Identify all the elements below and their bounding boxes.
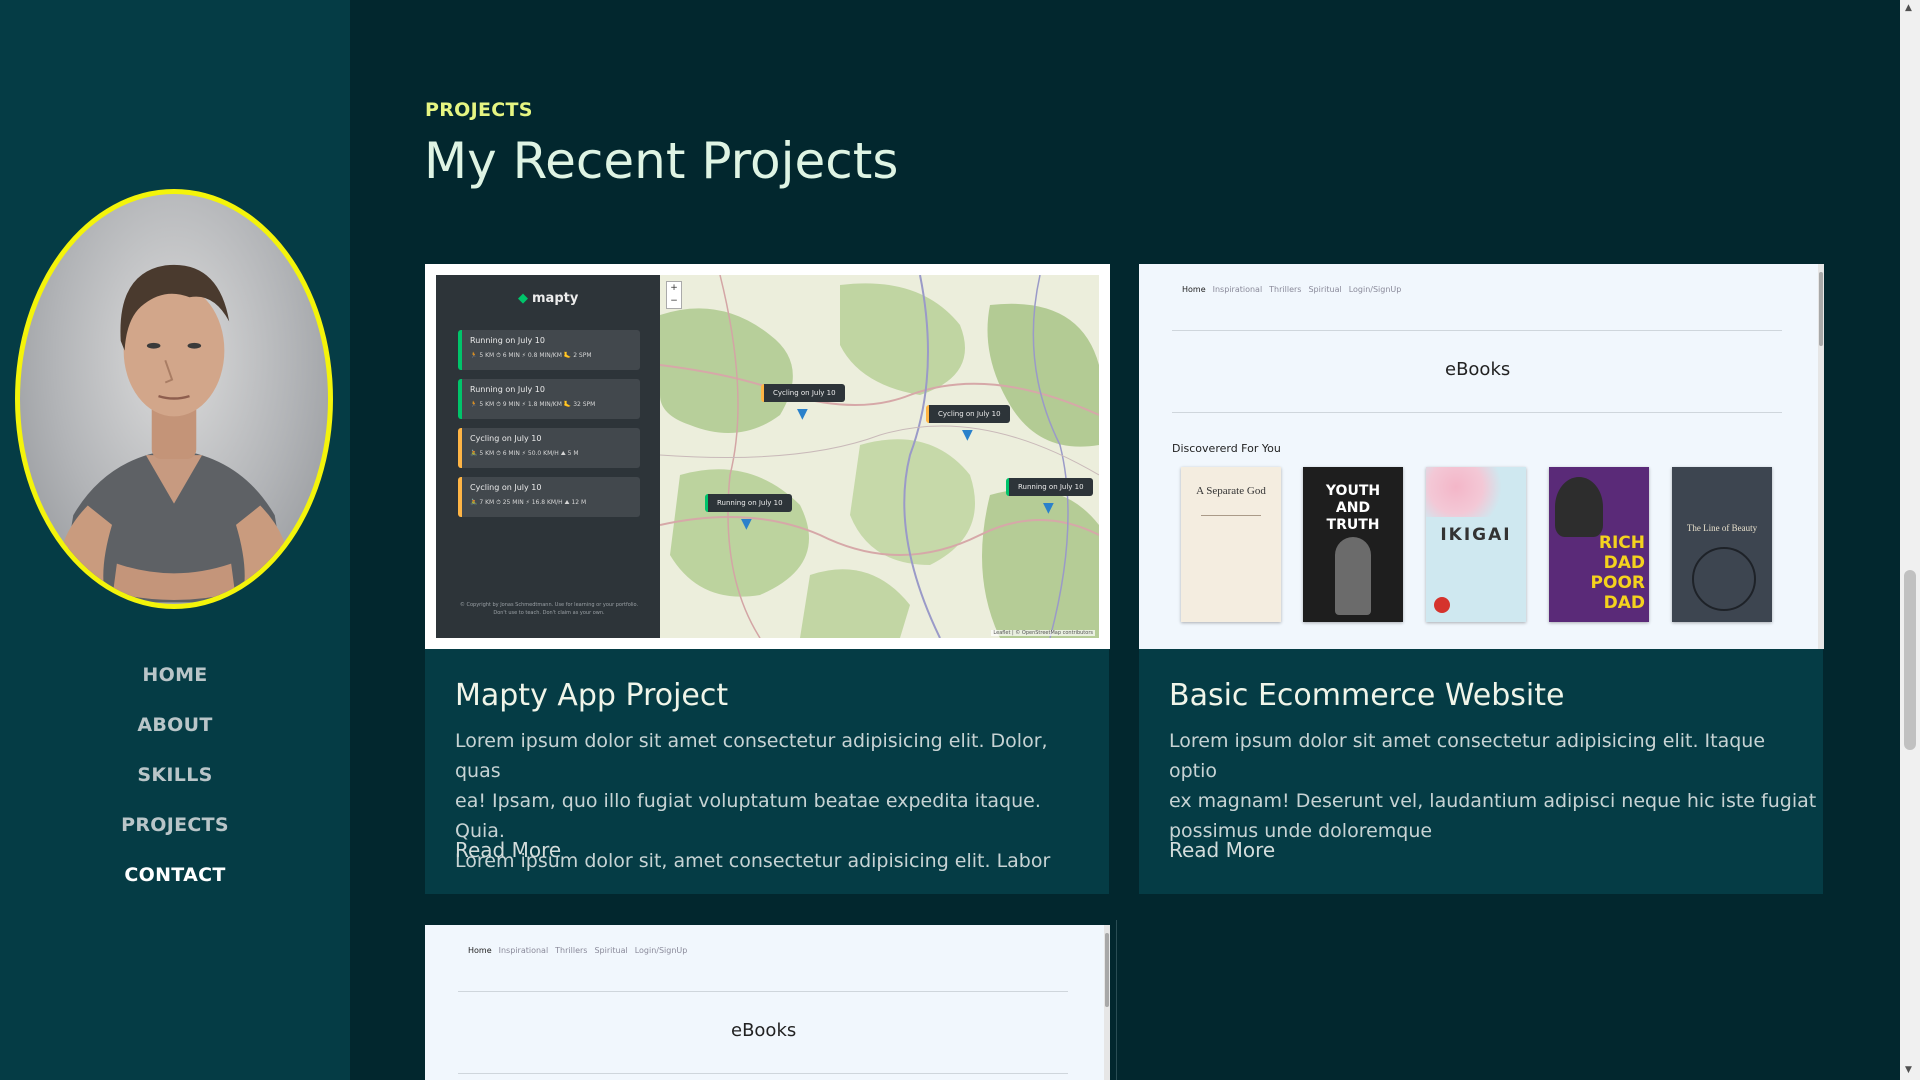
divider xyxy=(458,991,1068,992)
map-marker-icon[interactable]: ▼ xyxy=(741,516,752,532)
map-popup[interactable]: Cycling on July 10 xyxy=(761,384,845,402)
divider xyxy=(1172,330,1782,331)
divider xyxy=(1116,920,1117,1080)
section-title: My Recent Projects xyxy=(424,132,899,190)
main-nav: HOME ABOUT SKILLS PROJECTS CONTACT xyxy=(0,650,350,900)
read-more-link[interactable]: Read More xyxy=(1169,838,1275,862)
avatar xyxy=(15,189,333,609)
project-title: Basic Ecommerce Website xyxy=(1169,678,1565,713)
ebooks-nav: Home Inspirational Thrillers Spiritual Login… xyxy=(468,946,688,955)
divider xyxy=(1172,412,1782,413)
map-popup[interactable]: Running on July 10 xyxy=(705,494,792,512)
workout-item: Cycling on July 10 🚴 5 KM ⏱ 6 MIN ⚡ 50.0… xyxy=(458,428,640,468)
nav-about[interactable]: ABOUT xyxy=(0,700,350,750)
scroll-down-icon[interactable]: ▼ xyxy=(1905,1065,1912,1075)
book-cover[interactable]: A Separate God xyxy=(1181,467,1281,622)
mapty-footer: © Copyright by Jonas Schmedtmann. Use fo… xyxy=(459,602,639,616)
map-marker-icon[interactable]: ▼ xyxy=(797,406,808,422)
zoom-in-button[interactable]: + xyxy=(667,282,681,295)
divider xyxy=(458,1073,1068,1074)
scroll-up-icon[interactable]: ▲ xyxy=(1905,3,1912,13)
ebooks-nav: Home Inspirational Thrillers Spiritual Login… xyxy=(1182,285,1402,294)
ebooks-title: eBooks xyxy=(1445,359,1511,380)
map-tiles xyxy=(660,275,1099,638)
book-cover[interactable]: RICH DAD POOR DAD xyxy=(1549,467,1649,622)
ecommerce-screenshot[interactable]: Home Inspirational Thrillers Spiritual Login… xyxy=(425,925,1110,1080)
book-cover[interactable]: The Line of Beauty xyxy=(1672,467,1772,622)
map: + − Cycling on July 10 Cycling on July 10… xyxy=(660,275,1099,638)
workout-item: Running on July 10 🏃 5 KM ⏱ 6 MIN ⚡ 0.8 … xyxy=(458,330,640,370)
workout-item: Running on July 10 🏃 5 KM ⏱ 9 MIN ⚡ 1.8 … xyxy=(458,379,640,419)
nav-home[interactable]: HOME xyxy=(0,650,350,700)
ebooks-subtitle: Discovererd For You xyxy=(1172,442,1281,455)
nav-skills[interactable]: SKILLS xyxy=(0,750,350,800)
project-title: Mapty App Project xyxy=(455,678,729,713)
mapty-sidebar: ◆ mapty Running on July 10 🏃 5 KM ⏱ 6 MIN… xyxy=(436,275,660,638)
book-cover[interactable]: YOUTH AND TRUTH xyxy=(1303,467,1403,622)
mapty-screenshot[interactable]: ◆ mapty Running on July 10 🏃 5 KM ⏱ 6 MIN… xyxy=(425,264,1110,649)
nav-contact[interactable]: CONTACT xyxy=(0,850,350,900)
ebooks-title: eBooks xyxy=(731,1020,797,1041)
scrollbar-thumb[interactable] xyxy=(1904,570,1916,750)
scrollbar[interactable] xyxy=(1104,925,1110,1080)
ecommerce-screenshot[interactable]: Home Inspirational Thrillers Spiritual Login… xyxy=(1139,264,1824,649)
map-pin-icon: ◆ xyxy=(518,291,528,306)
mapty-logo: ◆ mapty xyxy=(518,291,579,306)
map-marker-icon[interactable]: ▼ xyxy=(1043,500,1054,516)
map-marker-icon[interactable]: ▼ xyxy=(962,427,973,443)
profile-photo xyxy=(56,264,292,603)
zoom-out-button[interactable]: − xyxy=(667,295,681,308)
project-description: Lorem ipsum dolor sit amet consectetur a… xyxy=(1169,730,1817,842)
map-attribution: Leaflet | © OpenStreetMap contributors xyxy=(991,630,1095,636)
map-popup[interactable]: Running on July 10 xyxy=(1006,478,1093,496)
map-popup[interactable]: Cycling on July 10 xyxy=(926,405,1010,423)
scrollbar[interactable] xyxy=(1818,264,1824,649)
map-zoom-control[interactable]: + − xyxy=(666,281,682,309)
sidebar: HOME ABOUT SKILLS PROJECTS CONTACT xyxy=(0,0,350,1080)
book-cover[interactable]: IKIGAI xyxy=(1426,467,1526,622)
read-more-link[interactable]: Read More xyxy=(455,838,561,862)
workout-item: Cycling on July 10 🚴 7 KM ⏱ 25 MIN ⚡ 16.… xyxy=(458,477,640,517)
page-scrollbar[interactable]: ▲ ▼ xyxy=(1900,0,1920,1080)
section-tag: PROJECTS xyxy=(425,99,533,121)
nav-projects[interactable]: PROJECTS xyxy=(0,800,350,850)
